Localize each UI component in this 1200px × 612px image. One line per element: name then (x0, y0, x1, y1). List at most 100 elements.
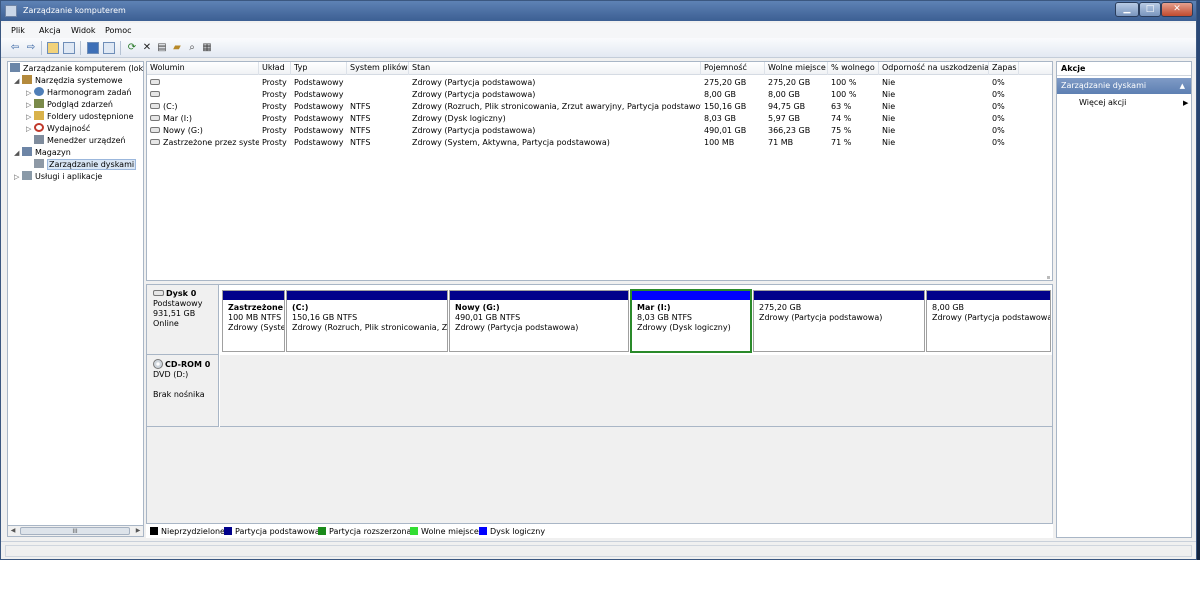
volume-list[interactable]: Wolumin Układ Typ System plików Stan Poj… (146, 61, 1053, 281)
forward-arrow-icon[interactable]: ⇨ (25, 42, 37, 54)
expand-arrow-icon[interactable]: ▷ (26, 99, 34, 111)
menu-pomoc[interactable]: Pomoc (105, 26, 132, 35)
cell-volume: (C:) (147, 101, 259, 113)
table-row[interactable]: (C:) Prosty Podstawowy NTFS Zdrowy (Rozruch,… (147, 101, 1052, 113)
table-row[interactable]: Mar (I:) Prosty Podstawowy NTFS Zdrowy (Dysk… (147, 113, 1052, 125)
column-header-fault-tolerance[interactable]: Odporność na uszkodzenia (879, 62, 989, 75)
collapse-arrow-icon[interactable]: ◢ (14, 75, 22, 87)
column-header-overhead[interactable]: Zapas (989, 62, 1019, 75)
tree-item-performance[interactable]: ▷ Wydajność (26, 123, 90, 135)
delete-icon[interactable]: ✕ (141, 42, 153, 54)
partition-system-reserved[interactable]: Zastrzeżone p 100 MB NTFS Zdrowy (Syste (222, 290, 285, 352)
minimize-button[interactable]: ▁ (1115, 2, 1139, 17)
cdrom-0-media-area[interactable] (220, 355, 1052, 427)
collapse-up-icon[interactable]: ▲ (1180, 78, 1185, 94)
show-hide-action-pane-icon[interactable] (103, 42, 115, 54)
partition-c[interactable]: (C:) 150,16 GB NTFS Zdrowy (Rozruch, Pli… (286, 290, 448, 352)
tree-item-computer-management[interactable]: Zarządzanie komputerem (loka (10, 63, 143, 75)
properties-icon[interactable]: ▤ (156, 42, 168, 54)
scroll-right-icon[interactable]: ▶ (133, 526, 143, 536)
cell-percent-free: 71 % (831, 138, 852, 147)
search-icon[interactable]: ⌕ (186, 42, 198, 54)
actions-section-disk-management[interactable]: Zarządzanie dyskami ▲ (1057, 78, 1191, 94)
column-header-layout[interactable]: Układ (259, 62, 291, 75)
help-icon[interactable] (87, 42, 99, 54)
title-bar[interactable]: Zarządzanie komputerem ▁ □ ✕ (1, 1, 1196, 21)
cell-fault-tolerance: Nie (882, 138, 896, 147)
close-button[interactable]: ✕ (1161, 2, 1193, 17)
open-folder-icon[interactable]: ▰ (171, 42, 183, 54)
expand-arrow-icon[interactable]: ▷ (26, 111, 34, 123)
submenu-arrow-icon[interactable]: ▶ (1183, 98, 1188, 108)
table-row[interactable]: Prosty Podstawowy Zdrowy (Partycja podstaw… (147, 89, 1052, 101)
menu-plik[interactable]: Plik (11, 26, 25, 35)
column-header-volume[interactable]: Wolumin (147, 62, 259, 75)
partition-unnamed-8gb[interactable]: 8,00 GB Zdrowy (Partycja podstawowa) (926, 290, 1051, 352)
cell-layout: Prosty (262, 114, 287, 123)
disk-0-label[interactable]: Dysk 0 Podstawowy 931,51 GB Online (147, 285, 219, 355)
collapse-arrow-icon[interactable]: ◢ (14, 147, 22, 159)
cell-volume: Zastrzeżone przez system (147, 137, 259, 149)
tools-icon (22, 75, 32, 84)
tree-item-shared-folders[interactable]: ▷ Foldery udostępnione (26, 111, 134, 123)
show-hide-tree-icon[interactable] (63, 42, 75, 54)
volume-icon (150, 79, 160, 85)
tree-item-services-applications[interactable]: ▷ Usługi i aplikacje (14, 171, 102, 183)
cell-volume: Nowy (G:) (147, 125, 259, 137)
legend-swatch (150, 527, 158, 535)
table-row[interactable]: Zastrzeżone przez system Prosty Podstawowy… (147, 137, 1052, 149)
disk-graphical-view[interactable]: Dysk 0 Podstawowy 931,51 GB Online Zastr… (146, 284, 1053, 538)
legend-swatch (479, 527, 487, 535)
disk-0-size: 931,51 GB (153, 309, 196, 318)
cell-overhead: 0% (992, 126, 1005, 135)
partition-color-bar (927, 291, 1050, 300)
column-header-file-system[interactable]: System plików (347, 62, 409, 75)
scroll-thumb[interactable]: III (20, 527, 130, 535)
cdrom-0-label[interactable]: CD-ROM 0 DVD (D:) Brak nośnika (147, 355, 219, 427)
refresh-icon[interactable]: ⟳ (126, 42, 138, 54)
table-row[interactable]: Prosty Podstawowy Zdrowy (Partycja podstaw… (147, 77, 1052, 89)
column-header-percent-free[interactable]: % wolnego (828, 62, 879, 75)
cdrom-0-drive: DVD (D:) (153, 370, 189, 379)
list-view-icon[interactable]: ▦ (201, 42, 213, 54)
tree-item-storage[interactable]: ◢ Magazyn (14, 147, 71, 159)
back-arrow-icon[interactable]: ⇦ (9, 42, 21, 54)
table-row[interactable]: Nowy (G:) Prosty Podstawowy NTFS Zdrowy (Par… (147, 125, 1052, 137)
tree-horizontal-scrollbar[interactable]: ◀ III ▶ (7, 525, 144, 537)
partition-i[interactable]: Mar (I:) 8,03 GB NTFS Zdrowy (Dysk logic… (630, 289, 752, 353)
cell-file-system (347, 77, 409, 89)
tree-item-event-viewer[interactable]: ▷ Podgląd zdarzeń (26, 99, 113, 111)
partition-unnamed-275gb[interactable]: 275,20 GB Zdrowy (Partycja podstawowa) (753, 290, 925, 352)
more-actions-link[interactable]: Więcej akcji (1079, 98, 1126, 108)
cell-volume: Mar (I:) (147, 113, 259, 125)
cdrom-0-status: Brak nośnika (153, 390, 205, 399)
tree-item-device-manager[interactable]: Menedżer urządzeń (26, 135, 126, 147)
tree-item-system-tools[interactable]: ◢ Narzędzia systemowe (14, 75, 123, 87)
scroll-left-icon[interactable]: ◀ (8, 526, 18, 536)
cell-free-space: 5,97 GB (768, 114, 801, 123)
console-tree[interactable]: Zarządzanie komputerem (loka ◢ Narzędzia … (7, 61, 144, 537)
volume-icon (150, 127, 160, 133)
up-folder-icon[interactable] (47, 42, 59, 54)
column-header-status[interactable]: Stan (409, 62, 701, 75)
computer-icon (10, 63, 20, 72)
toolbar: ⇦ ⇨ ⟳ ✕ ▤ ▰ ⌕ ▦ (1, 38, 1196, 58)
menu-widok[interactable]: Widok (71, 26, 96, 35)
column-header-capacity[interactable]: Pojemność (701, 62, 765, 75)
tree-item-task-scheduler[interactable]: ▷ Harmonogram zadań (26, 87, 131, 99)
column-header-type[interactable]: Typ (291, 62, 347, 75)
expand-arrow-icon[interactable]: ▷ (26, 123, 34, 135)
expand-arrow-icon[interactable]: ▷ (14, 171, 22, 183)
disk-view-empty-area (147, 427, 1052, 523)
expand-arrow-icon[interactable]: ▷ (26, 87, 34, 99)
menu-akcja[interactable]: Akcja (39, 26, 61, 35)
column-header-free-space[interactable]: Wolne miejsce (765, 62, 828, 75)
maximize-button[interactable]: □ (1139, 2, 1161, 17)
tree-item-disk-management[interactable]: Zarządzanie dyskami (26, 159, 137, 171)
cell-capacity: 8,00 GB (704, 90, 737, 99)
computer-management-icon (5, 5, 17, 17)
performance-icon (34, 123, 44, 132)
cell-type: Podstawowy (294, 90, 344, 99)
partition-g[interactable]: Nowy (G:) 490,01 GB NTFS Zdrowy (Partycj… (449, 290, 629, 352)
cell-layout: Prosty (262, 90, 287, 99)
